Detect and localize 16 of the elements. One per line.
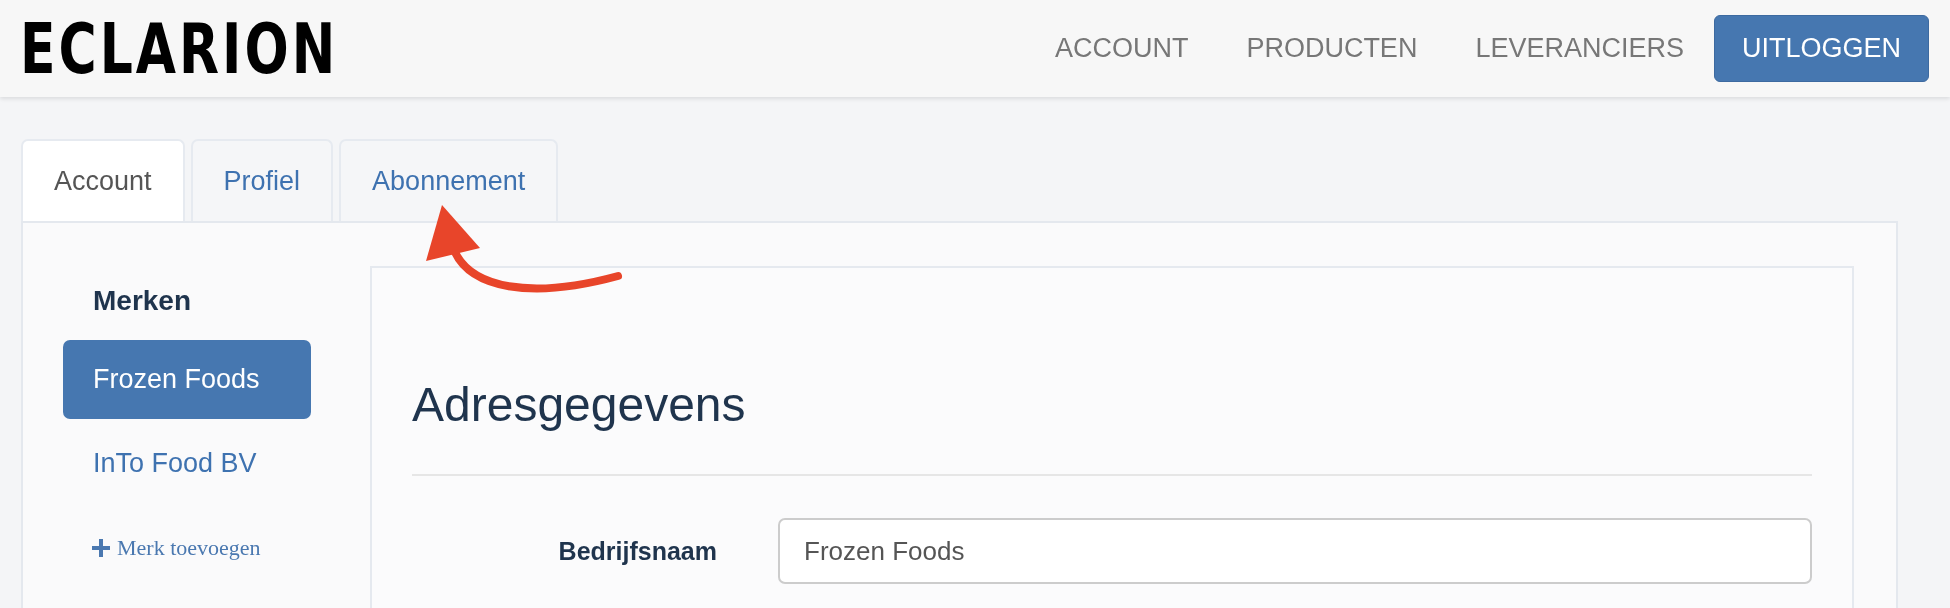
field-label: Bedrijfsnaam [557,536,717,566]
section-heading: Adresgegevens [412,378,747,432]
sidebar-item[interactable]: InTo Food BV [63,424,311,503]
nav-link[interactable]: PRODUCTEN [1246,35,1418,62]
logo: ECLARION [20,13,339,84]
tab[interactable]: Profiel [190,139,334,221]
add-brand-link[interactable]: Merk toevoegen [92,537,261,559]
sidebar-title: Merken [92,284,193,318]
plus-icon [92,539,110,557]
input-field[interactable]: Frozen Foods [778,518,1812,584]
nav-link[interactable]: LEVERANCIERS [1475,35,1684,62]
sidebar-item[interactable]: Frozen Foods [63,340,311,419]
tab[interactable]: Abonnement [339,139,559,221]
tab[interactable]: Account [21,139,185,221]
logout-button[interactable]: UITLOGGEN [1713,15,1929,82]
nav-link[interactable]: ACCOUNT [1054,35,1189,62]
